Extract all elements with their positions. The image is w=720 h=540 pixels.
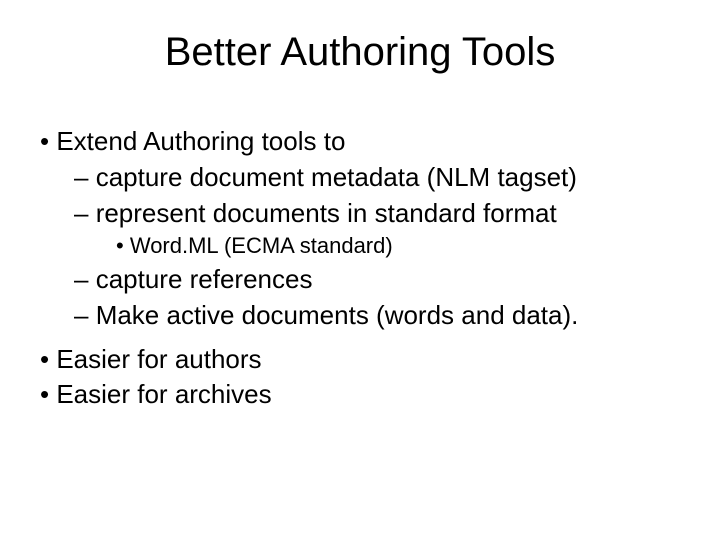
- bullet-text: Word.ML (ECMA standard): [130, 233, 393, 258]
- bullet-level3: Word.ML (ECMA standard): [116, 232, 680, 261]
- bullet-text: capture document metadata (NLM tagset): [96, 162, 577, 192]
- slide-title: Better Authoring Tools: [40, 30, 680, 75]
- bullet-level1: Extend Authoring tools to: [40, 125, 680, 159]
- bullet-text: capture references: [96, 264, 313, 294]
- bullet-level2: capture document metadata (NLM tagset): [74, 161, 680, 195]
- bullet-level1: Easier for authors: [40, 343, 680, 377]
- bullet-level2: represent documents in standard format: [74, 197, 680, 231]
- bullet-level2: capture references: [74, 263, 680, 297]
- bullet-text: Easier for authors: [56, 344, 261, 374]
- bullet-text: Easier for archives: [56, 379, 271, 409]
- bullet-text: Extend Authoring tools to: [56, 126, 345, 156]
- slide-body: Extend Authoring tools to capture docume…: [40, 125, 680, 412]
- bullet-text: represent documents in standard format: [96, 198, 557, 228]
- bullet-level1: Easier for archives: [40, 378, 680, 412]
- bullet-text: Make active documents (words and data).: [96, 300, 579, 330]
- bullet-level2: Make active documents (words and data).: [74, 299, 680, 333]
